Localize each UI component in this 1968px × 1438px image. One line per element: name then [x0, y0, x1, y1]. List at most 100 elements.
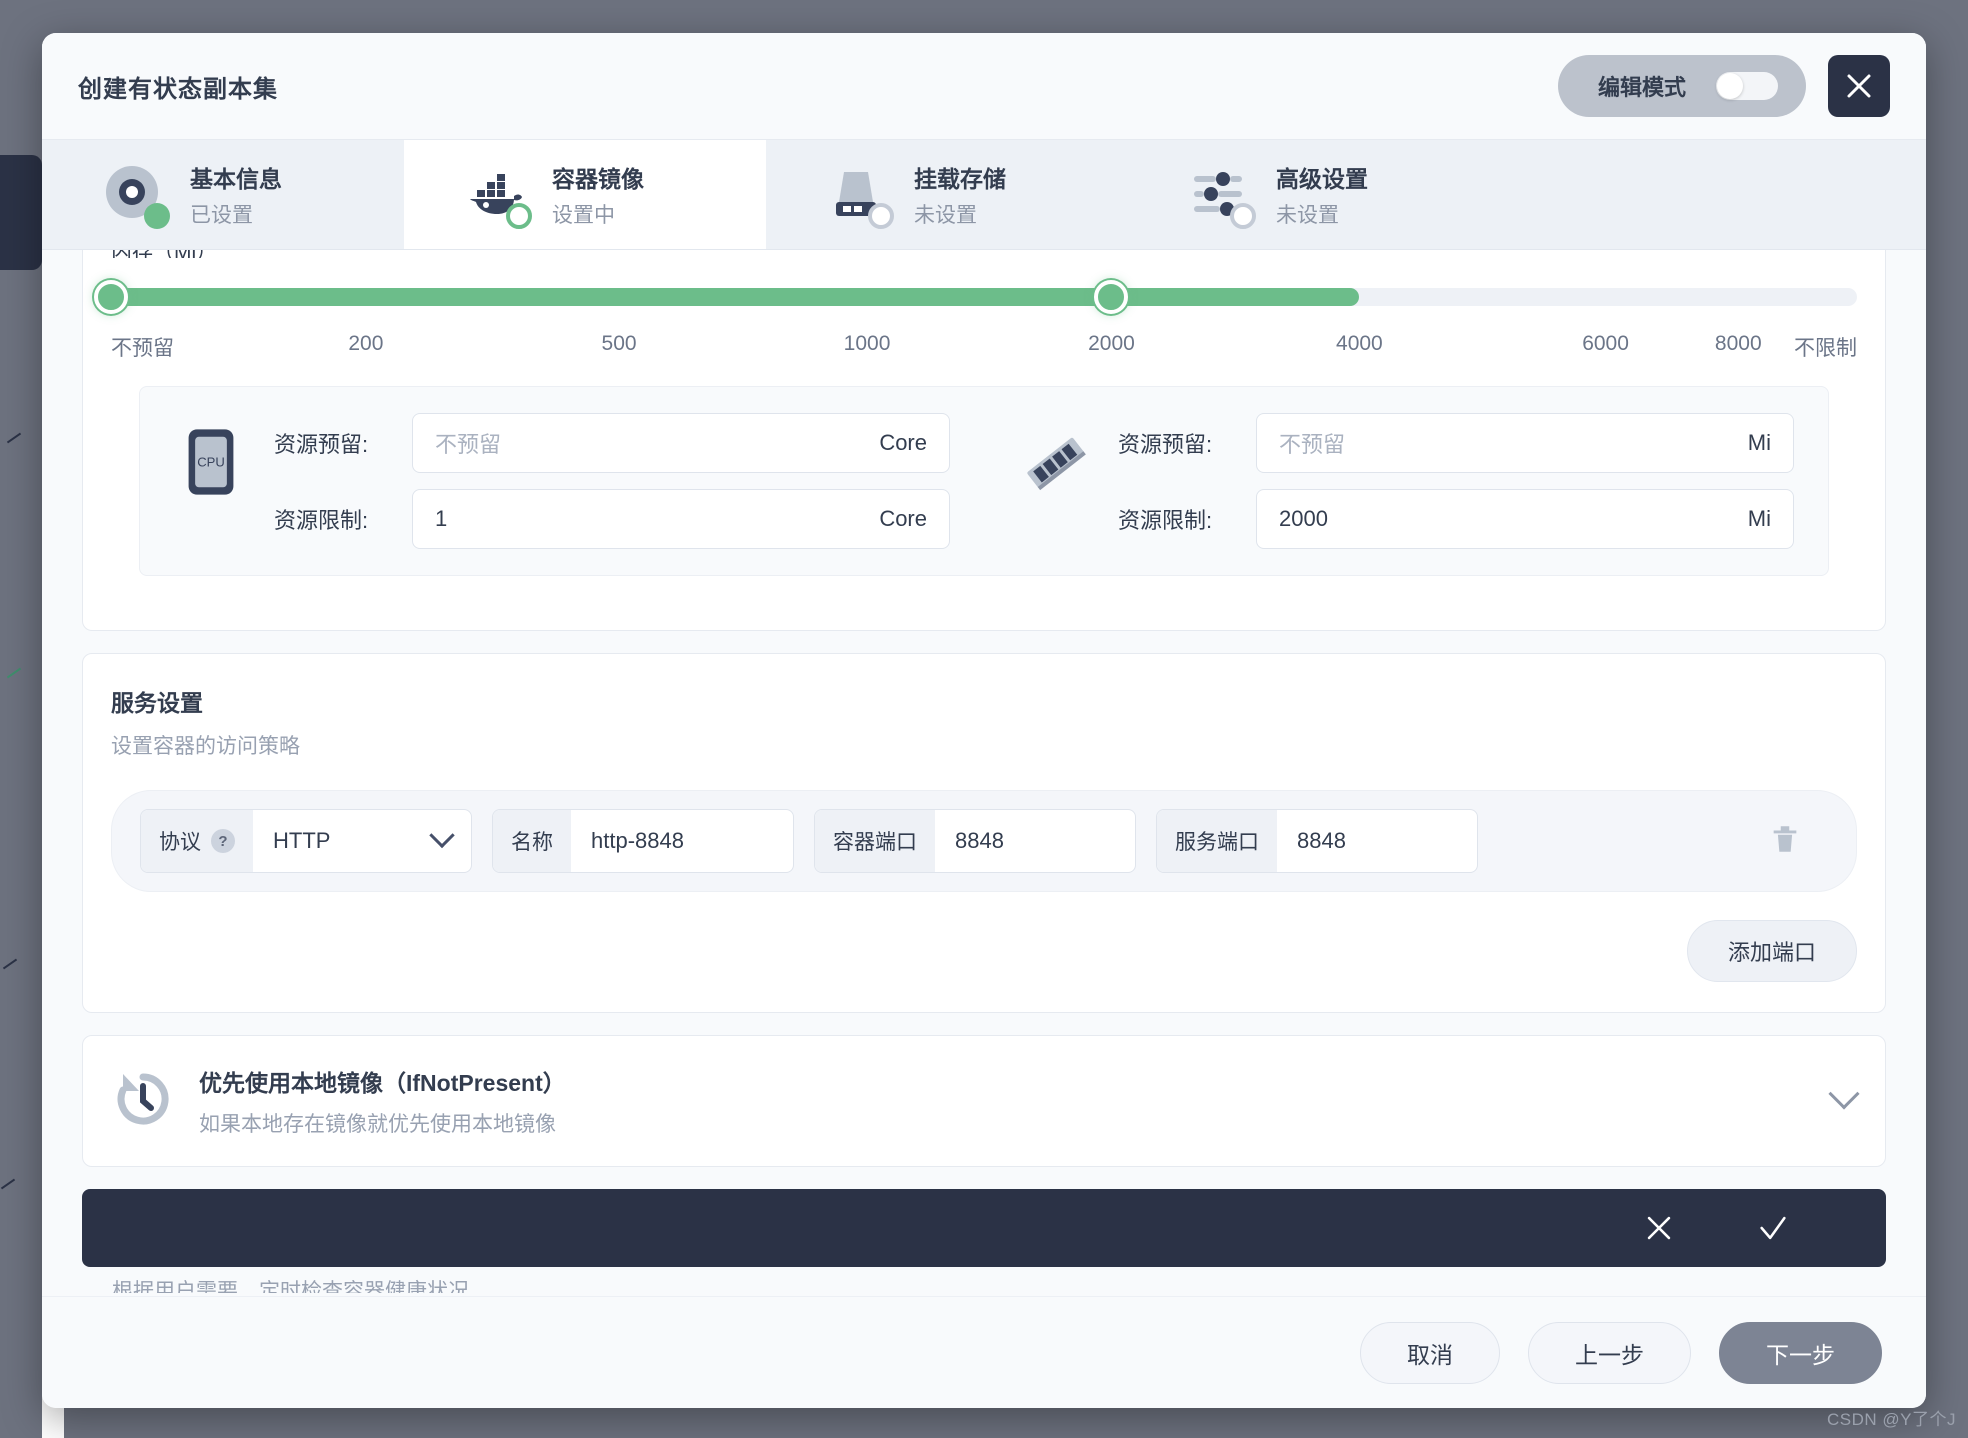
- storage-icon: [826, 162, 894, 229]
- backdrop-sidebar: [0, 155, 42, 270]
- header-actions: 编辑模式: [1557, 55, 1890, 117]
- add-port-button[interactable]: 添加端口: [1686, 920, 1857, 982]
- memory-icon: [1018, 413, 1092, 497]
- slider-track[interactable]: [94, 280, 1857, 314]
- add-port-row: 添加端口: [111, 920, 1857, 982]
- port-name-value: http-8848: [591, 828, 684, 853]
- service-port-input[interactable]: 8848: [1277, 810, 1477, 872]
- tab-advanced-settings[interactable]: 高级设置 未设置: [1128, 140, 1490, 249]
- create-statefulset-dialog: 创建有状态副本集 编辑模式 基本信息 已设置 容器镜像 设置中 挂载存储 未设置…: [42, 33, 1926, 1408]
- tab-mount-storage[interactable]: 挂载存储 未设置: [766, 140, 1128, 249]
- image-pull-policy-card[interactable]: 优先使用本地镜像（IfNotPresent） 如果本地存在镜像就优先使用本地镜像: [82, 1035, 1886, 1167]
- edit-mode-label: 编辑模式: [1597, 75, 1686, 100]
- slider-tick: 不限制: [1794, 337, 1857, 360]
- slider-tick: 1000: [843, 332, 891, 355]
- service-settings-subtitle: 设置容器的访问策略: [111, 735, 300, 758]
- close-icon: [1847, 74, 1871, 98]
- tab-label: 容器镜像: [552, 166, 644, 192]
- slider-tick: 500: [601, 332, 637, 355]
- slider-tick: 8000: [1714, 332, 1762, 355]
- slider-tick: 2000: [1088, 332, 1135, 355]
- delete-port-button[interactable]: [1768, 822, 1808, 861]
- tab-status-dot: [1230, 202, 1256, 229]
- container-port-input[interactable]: 8848: [935, 810, 1135, 872]
- memory-limit-value: 2000: [1279, 506, 1328, 531]
- tab-label: 挂载存储: [914, 166, 1006, 192]
- protocol-label: 协议: [159, 831, 201, 854]
- port-name-input[interactable]: http-8848: [571, 810, 793, 872]
- cpu-limit-input[interactable]: 1 Core: [412, 489, 950, 549]
- memory-limit-label: 资源限制:: [1118, 508, 1213, 533]
- backdrop-check-icon: [2, 958, 18, 970]
- port-name-field: 名称 http-8848: [492, 809, 794, 873]
- cpu-request-value: 不预留: [435, 432, 502, 457]
- memory-request-label: 资源预留:: [1118, 432, 1213, 457]
- tab-label: 基本信息: [190, 166, 282, 192]
- disc-icon: [102, 162, 170, 229]
- service-port-label: 服务端口: [1157, 810, 1277, 872]
- tab-basic-info[interactable]: 基本信息 已设置: [42, 140, 404, 249]
- slider-tick-labels: 不预留 200 500 1000 2000 4000 6000 8000 不限制: [111, 332, 1857, 362]
- trash-icon: [1773, 825, 1797, 852]
- tab-status: 未设置: [1276, 204, 1339, 227]
- slider-tick: 4000: [1336, 332, 1383, 355]
- memory-limit-input[interactable]: 2000 Mi: [1256, 489, 1794, 549]
- next-step-button[interactable]: 下一步: [1719, 1321, 1882, 1384]
- sliders-icon: [1188, 162, 1256, 229]
- cpu-request-unit: Core: [879, 430, 927, 455]
- container-port-label: 容器端口: [815, 810, 935, 872]
- edit-mode-toggle[interactable]: 编辑模式: [1557, 55, 1806, 117]
- memory-request-row: 资源预留: 不预留 Mi: [1118, 413, 1794, 473]
- slider-handle-min[interactable]: [94, 280, 128, 314]
- memory-slider[interactable]: 不预留 200 500 1000 2000 4000 6000 8000 不限制: [94, 250, 1857, 362]
- image-pull-policy-subtitle: 如果本地存在镜像就优先使用本地镜像: [199, 1113, 556, 1136]
- chevron-down-icon[interactable]: [1828, 1078, 1860, 1110]
- memory-limit-row: 资源限制: 2000 Mi: [1118, 489, 1794, 549]
- help-icon[interactable]: ?: [211, 829, 235, 853]
- edit-mode-switch[interactable]: [1716, 72, 1778, 100]
- memory-request-value: 不预留: [1279, 432, 1346, 457]
- memory-request-input[interactable]: 不预留 Mi: [1256, 413, 1794, 473]
- service-port-field: 服务端口 8848: [1156, 809, 1478, 873]
- slider-fill: [111, 288, 1360, 306]
- health-check-description: 根据用户需要，定时检查容器健康状况: [112, 1280, 469, 1293]
- container-port-value: 8848: [955, 828, 1004, 853]
- tab-status: 已设置: [190, 204, 253, 227]
- slider-tick: 200: [348, 332, 384, 355]
- tab-label: 高级设置: [1276, 166, 1368, 192]
- page-title: 创建有状态副本集: [78, 75, 278, 103]
- backdrop-check-icon: [0, 1178, 16, 1190]
- memory-request-unit: Mi: [1747, 430, 1771, 455]
- slider-tick: 6000: [1582, 332, 1629, 355]
- dialog-header: 创建有状态副本集 编辑模式: [42, 33, 1926, 140]
- close-dialog-button[interactable]: [1828, 55, 1890, 117]
- port-row: 协议 ? HTTP 名称 http-8848 容器端口 8848 服务端口 88…: [111, 790, 1857, 892]
- service-port-value: 8848: [1297, 828, 1346, 853]
- dialog-body: 内存（Mi） 不预留 200 500 1000 2000 4000 6000 8…: [42, 250, 1926, 1296]
- wizard-tabs: 基本信息 已设置 容器镜像 设置中 挂载存储 未设置 高级设置 未设置: [42, 140, 1926, 250]
- service-settings-title: 服务设置: [111, 690, 203, 716]
- resource-limits-panel: CPU 资源预留: 不预留 Core 资源限制: 1 Core 资源预留: 不预…: [139, 386, 1829, 576]
- backdrop-check-icon: [6, 432, 22, 444]
- cancel-action-icon[interactable]: [1642, 1211, 1676, 1245]
- protocol-label-wrap: 协议 ?: [141, 810, 253, 872]
- cpu-request-label: 资源预留:: [274, 432, 369, 457]
- tab-container-image[interactable]: 容器镜像 设置中: [404, 140, 766, 249]
- docker-icon: [464, 162, 532, 229]
- slider-handle-max[interactable]: [1094, 280, 1129, 314]
- dialog-footer: 取消 上一步 下一步: [42, 1296, 1926, 1408]
- slider-tick: 不预留: [111, 337, 174, 360]
- tab-status-dot: [506, 202, 532, 229]
- cpu-resource-group: CPU 资源预留: 不预留 Core 资源限制: 1 Core: [140, 413, 984, 549]
- tab-status: 未设置: [914, 204, 977, 227]
- previous-step-button[interactable]: 上一步: [1528, 1321, 1691, 1384]
- cpu-limit-unit: Core: [879, 506, 927, 531]
- cancel-button[interactable]: 取消: [1360, 1321, 1500, 1384]
- protocol-select[interactable]: HTTP: [253, 810, 471, 872]
- cpu-request-input[interactable]: 不预留 Core: [412, 413, 950, 473]
- cpu-limit-label: 资源限制:: [274, 508, 369, 533]
- confirm-action-icon[interactable]: [1756, 1211, 1790, 1245]
- image-pull-policy-title: 优先使用本地镜像（IfNotPresent）: [199, 1070, 566, 1096]
- cpu-limit-row: 资源限制: 1 Core: [274, 489, 950, 549]
- cpu-icon: CPU: [174, 413, 248, 497]
